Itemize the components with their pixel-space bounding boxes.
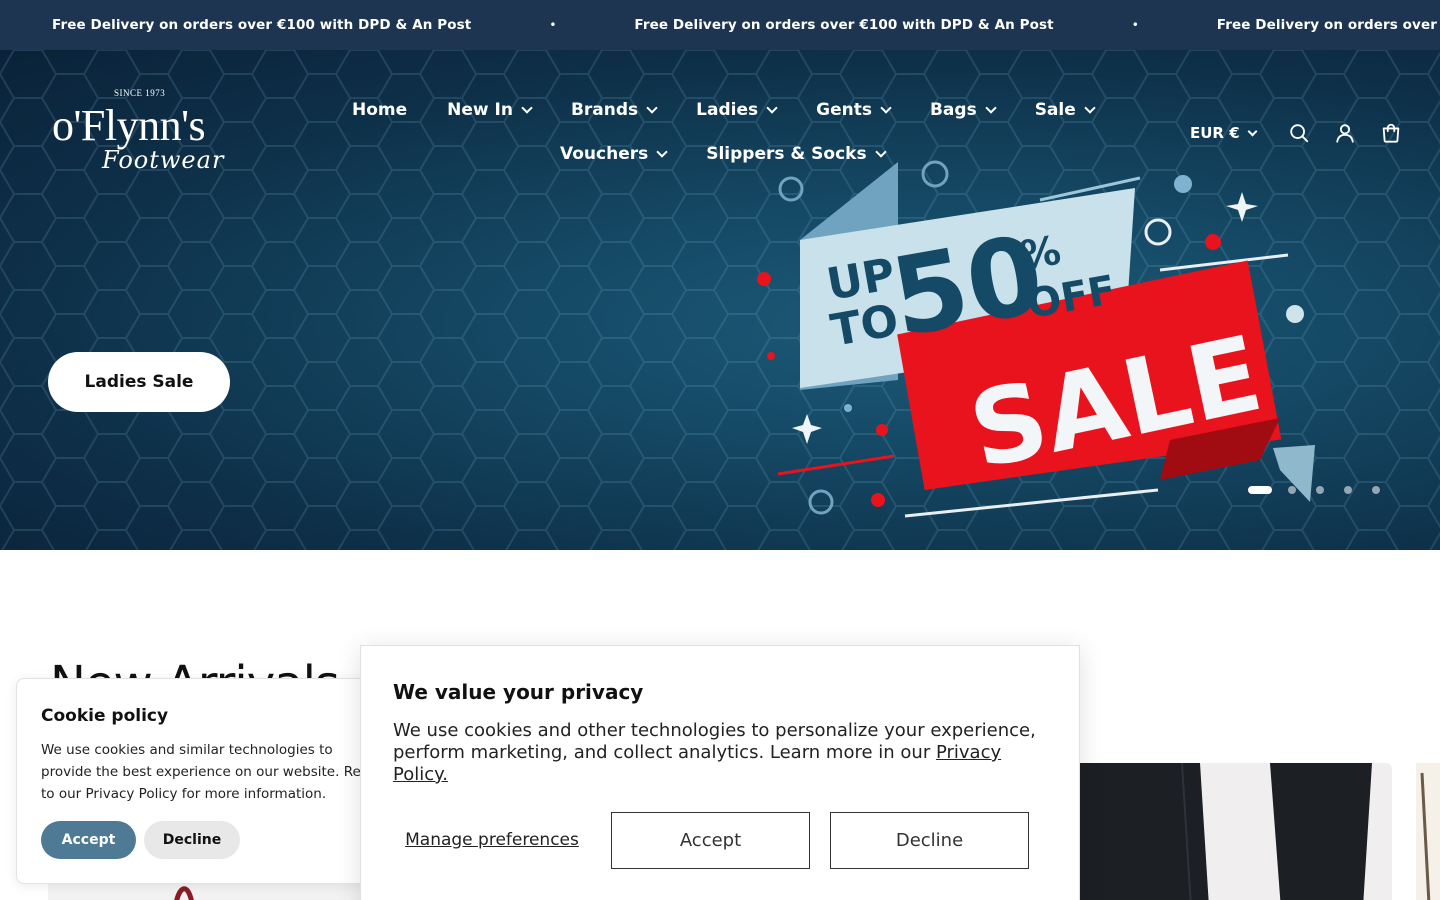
chevron-down-icon [766, 102, 778, 114]
privacy-accept-button[interactable]: Accept [611, 812, 810, 869]
decor-dot [767, 352, 775, 360]
slideshow-pagination [1248, 486, 1400, 494]
hero-slideshow: SINCE 1973 o'Flynn's Footwear Home New I… [0, 50, 1440, 550]
nav-item-brands[interactable]: Brands [570, 100, 658, 120]
search-icon[interactable] [1288, 122, 1310, 144]
announcement-track: Free Delivery on orders over €100 with D… [52, 0, 1440, 50]
decor-dot [844, 404, 852, 412]
nav-item-sale[interactable]: Sale [1034, 100, 1096, 120]
chevron-down-icon [521, 102, 533, 114]
decor-line [777, 454, 895, 476]
decor-dot [876, 424, 888, 436]
cart-icon[interactable] [1380, 122, 1402, 144]
decor-dot [1205, 234, 1221, 250]
cookie-policy-title: Cookie policy [41, 706, 169, 726]
nav-item-label: Home [352, 100, 408, 120]
product-image [1420, 772, 1431, 900]
currency-label: EUR € [1190, 124, 1240, 142]
nav-item-label: Bags [929, 100, 977, 120]
privacy-decline-button[interactable]: Decline [830, 812, 1029, 869]
product-card[interactable] [1416, 763, 1440, 900]
decor-dot [1174, 175, 1192, 193]
decor-dot [757, 272, 771, 286]
cookie-policy-popup: Cookie policy We use cookies and similar… [16, 678, 396, 884]
nav-item-home[interactable]: Home [352, 100, 407, 120]
privacy-title: We value your privacy [393, 680, 644, 704]
store-logo[interactable]: SINCE 1973 o'Flynn's Footwear [52, 88, 227, 180]
chevron-down-icon [985, 102, 997, 114]
decor-dot [1286, 305, 1304, 323]
chevron-down-icon [1084, 102, 1096, 114]
nav-item-ladies[interactable]: Ladies [696, 100, 778, 120]
nav-row-primary: Home New In Brands Ladies Gents Bags Sal… [352, 94, 1134, 126]
nav-item-label: Ladies [696, 100, 759, 120]
decor-star [792, 414, 822, 444]
nav-item-new-in[interactable]: New In [447, 100, 533, 120]
announcement-text: Free Delivery on orders over €100 with D… [52, 17, 472, 33]
logo-name: o'Flynn's [52, 101, 206, 150]
chevron-down-icon [656, 146, 668, 158]
decor-circle [1144, 218, 1172, 246]
privacy-consent-modal: We value your privacy We use cookies and… [360, 645, 1080, 900]
decor-circle [778, 176, 804, 202]
banner-text-percent-sign: % [1017, 228, 1064, 280]
cookie-policy-text: We use cookies and similar technologies … [41, 742, 380, 802]
cookie-decline-button[interactable]: Decline [144, 821, 240, 859]
nav-item-gents[interactable]: Gents [816, 100, 892, 120]
manage-preferences-link[interactable]: Manage preferences [393, 812, 591, 868]
separator-dot: • [549, 18, 557, 32]
decor-line [904, 488, 1159, 518]
announcement-bar: Free Delivery on orders over €100 with D… [0, 0, 1440, 50]
separator-dot: • [1131, 18, 1139, 32]
currency-selector[interactable]: EUR € [1190, 124, 1258, 142]
nav-item-label: Vouchers [560, 144, 649, 164]
slide-dot-5[interactable] [1372, 486, 1380, 494]
nav-item-label: Brands [570, 100, 639, 120]
slide-dot-4[interactable] [1344, 486, 1352, 494]
nav-item-label: Gents [816, 100, 872, 120]
ladies-sale-button[interactable]: Ladies Sale [48, 352, 230, 412]
account-icon[interactable] [1334, 122, 1356, 144]
announcement-text: Free Delivery on orders over €100 with D… [634, 17, 1054, 33]
product-card[interactable] [1080, 763, 1392, 900]
chevron-down-icon [1247, 126, 1258, 136]
slide-dot-3[interactable] [1316, 486, 1324, 494]
product-image [1080, 763, 1392, 900]
logo-since: SINCE 1973 [114, 88, 166, 98]
slide-dot-1[interactable] [1248, 486, 1272, 494]
header-actions: EUR € [1190, 120, 1426, 146]
announcement-text: Free Delivery on orders over €100 with D… [1216, 17, 1440, 33]
slide-dot-2[interactable] [1288, 486, 1296, 494]
nav-item-label: Sale [1034, 100, 1076, 120]
decor-circle [808, 489, 834, 515]
decor-dot [871, 493, 885, 507]
nav-item-vouchers[interactable]: Vouchers [560, 144, 668, 164]
chevron-down-icon [880, 102, 892, 114]
nav-item-label: New In [447, 100, 513, 120]
decor-star [1226, 192, 1258, 222]
cookie-accept-button[interactable]: Accept [41, 821, 136, 859]
nav-item-bags[interactable]: Bags [929, 100, 997, 120]
privacy-text: We use cookies and other technologies to… [393, 720, 1043, 786]
chevron-down-icon [646, 102, 658, 114]
decor-circle [921, 160, 949, 188]
logo-subtitle: Footwear [102, 146, 225, 174]
